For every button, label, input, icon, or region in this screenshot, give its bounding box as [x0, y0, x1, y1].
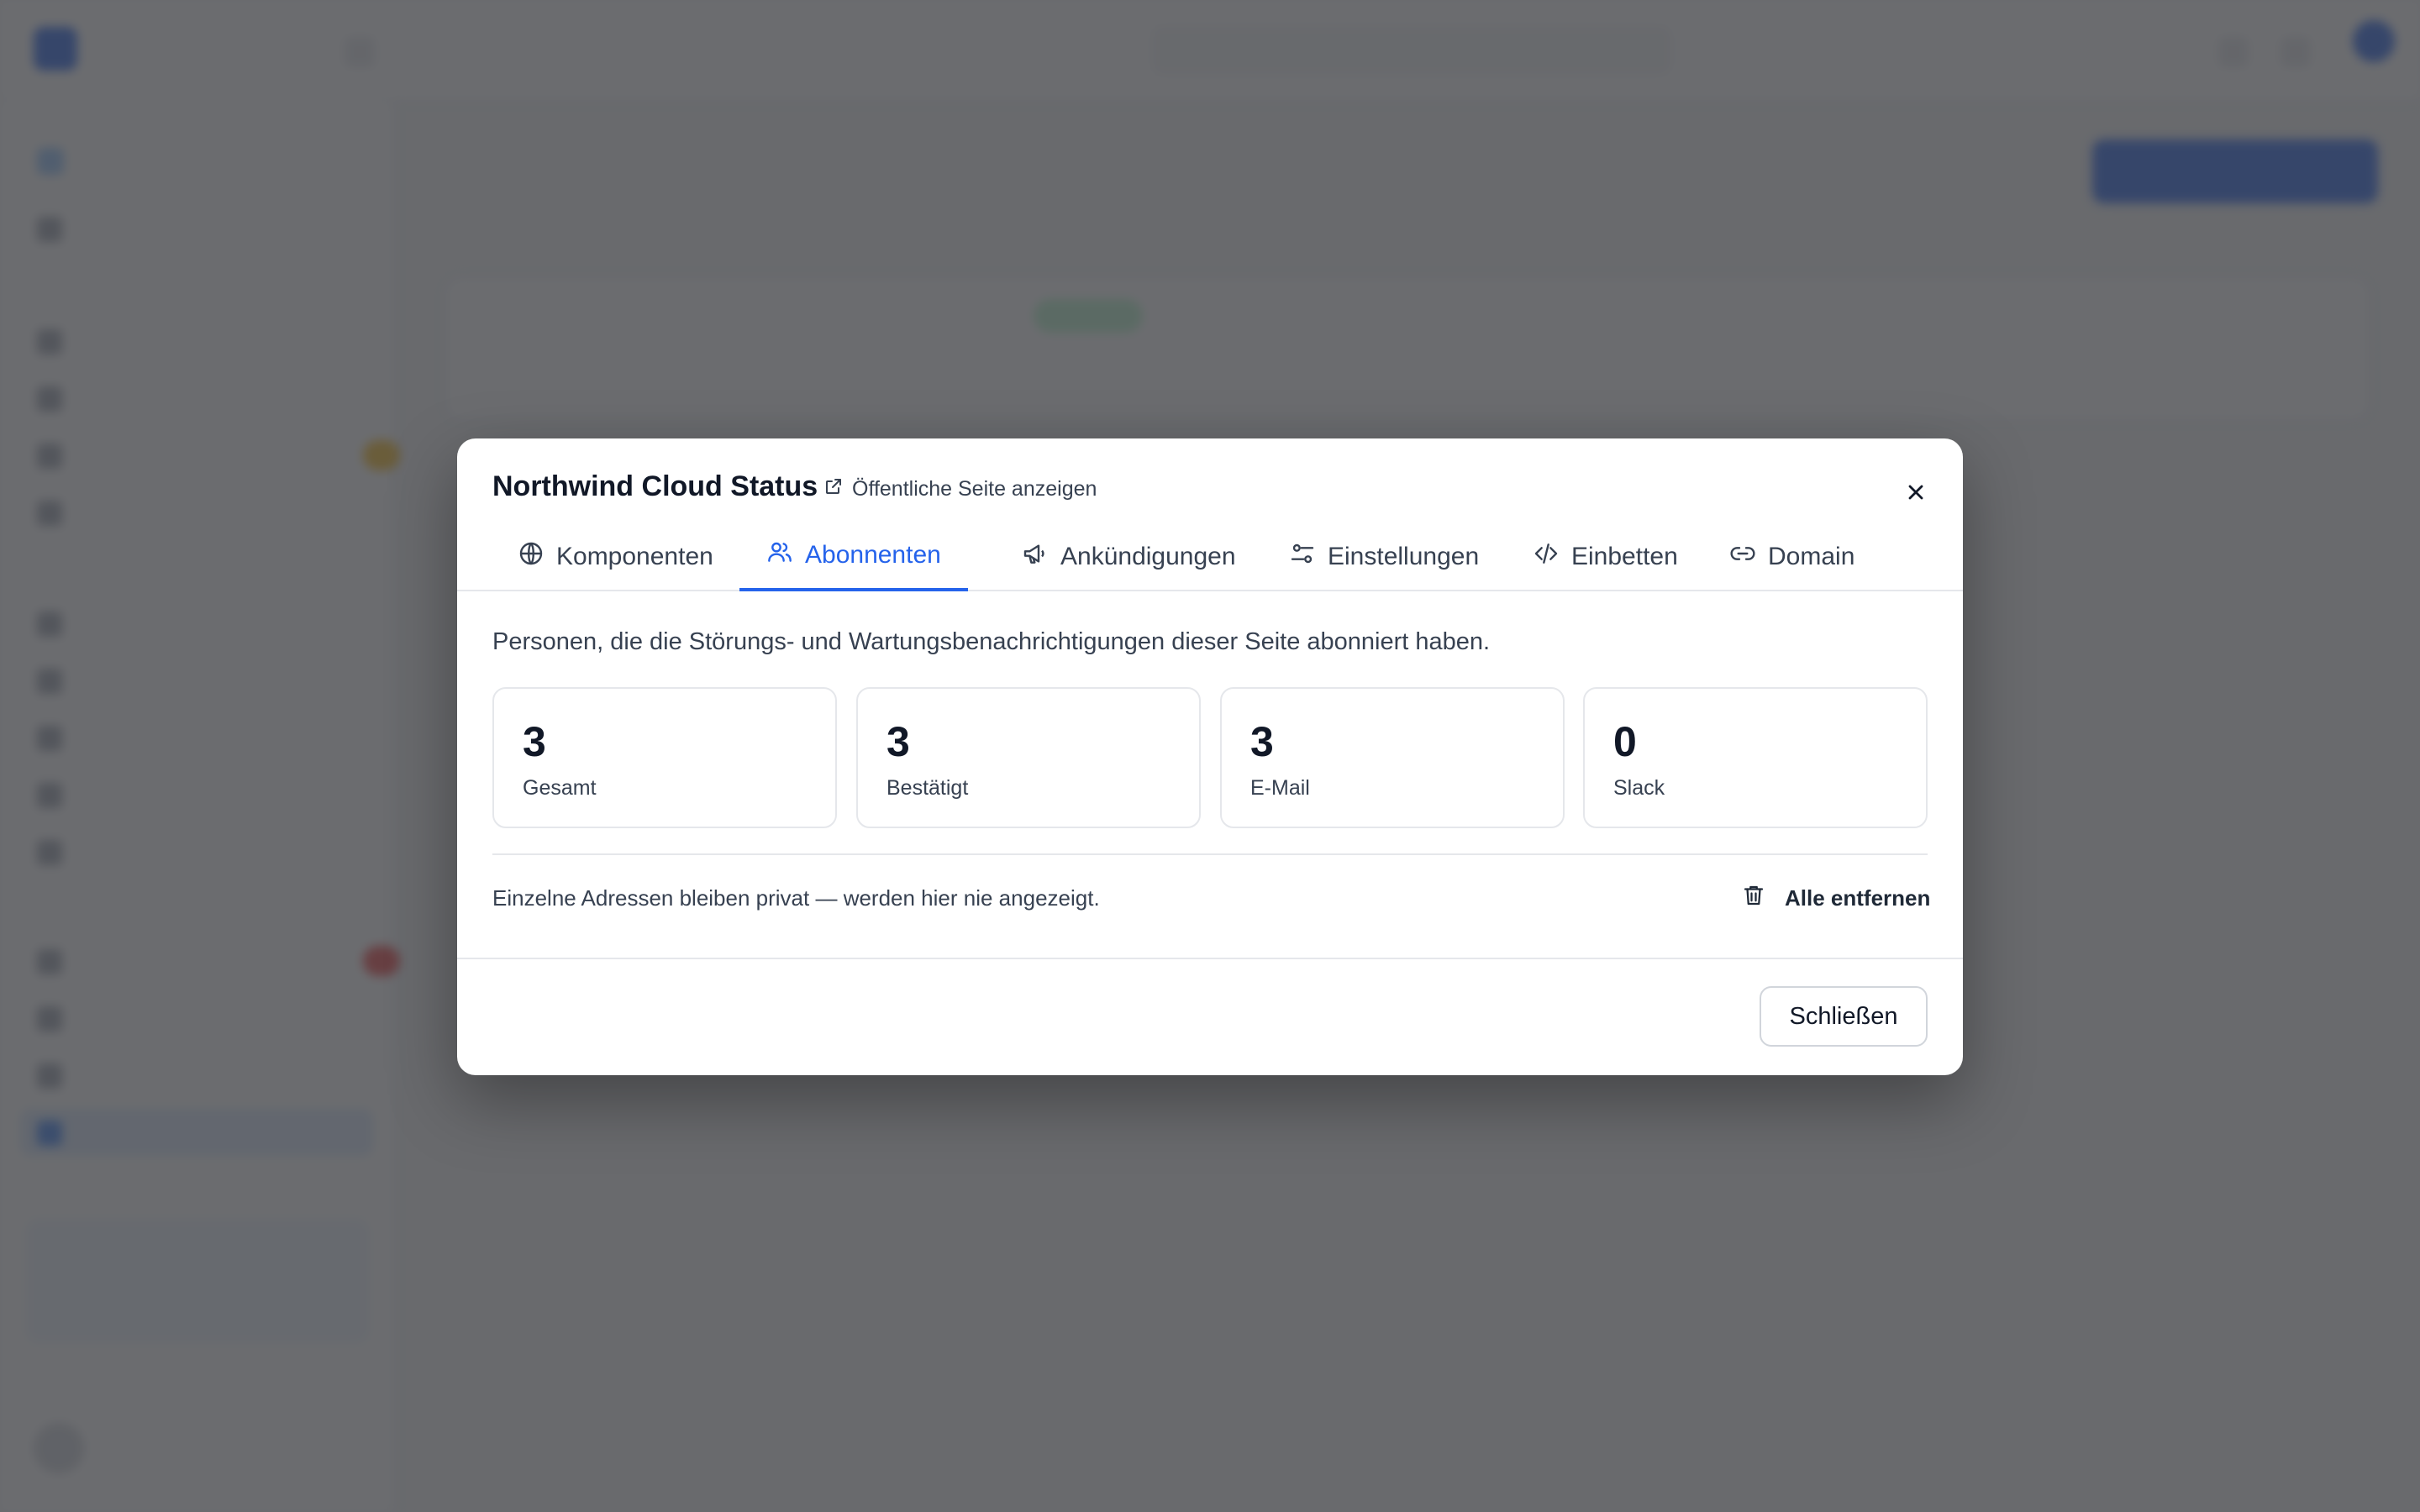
stat-value: 3: [886, 718, 910, 765]
stat-label: Slack: [1613, 776, 1665, 800]
stat-label: Gesamt: [523, 776, 597, 800]
users-icon: [766, 538, 793, 572]
sliders-icon: [1289, 540, 1316, 574]
tab-label: Einstellungen: [1328, 543, 1480, 570]
stat-card-email: 3 E-Mail: [1220, 687, 1565, 828]
tab-label: Einbetten: [1571, 543, 1678, 570]
divider: [492, 853, 1928, 855]
stat-value: 3: [523, 718, 546, 765]
modal-footer-divider: [457, 958, 1963, 959]
stat-card-total: 3 Gesamt: [492, 687, 837, 828]
tab-einbetten[interactable]: Einbetten: [1506, 522, 1705, 591]
tab-domain[interactable]: Domain: [1702, 522, 1881, 591]
status-page-modal: Northwind Cloud Status Öffentliche Seite…: [457, 438, 1963, 1075]
tab-label: Komponenten: [556, 543, 713, 570]
view-public-page-link[interactable]: Öffentliche Seite anzeigen: [823, 474, 1097, 504]
privacy-note: Einzelne Adressen bleiben privat — werde…: [492, 885, 1100, 911]
modal-title: Northwind Cloud Status: [492, 470, 818, 502]
stat-card-slack: 0 Slack: [1583, 687, 1928, 828]
code-icon: [1533, 540, 1560, 574]
stat-label: E-Mail: [1250, 776, 1310, 800]
stat-card-confirmed: 3 Bestätigt: [856, 687, 1201, 828]
tab-label: Domain: [1768, 543, 1855, 570]
stat-value: 3: [1250, 718, 1274, 765]
tab-komponenten[interactable]: Komponenten: [491, 522, 740, 591]
external-link-icon: [823, 476, 844, 502]
tab-ankuendigungen[interactable]: Ankündigungen: [995, 522, 1263, 591]
tab-label: Ankündigungen: [1060, 543, 1236, 570]
tab-label: Abonnenten: [805, 541, 941, 569]
stat-value: 0: [1613, 718, 1637, 765]
view-public-page-label: Öffentliche Seite anzeigen: [852, 476, 1097, 501]
link-icon: [1729, 540, 1756, 574]
subscribers-description: Personen, die die Störungs- und Wartungs…: [492, 628, 1491, 655]
trash-icon: [1741, 883, 1766, 914]
tab-abonnenten[interactable]: Abonnenten: [739, 522, 968, 591]
globe-icon: [518, 540, 544, 574]
close-modal-button[interactable]: [1894, 472, 1938, 516]
stat-label: Bestätigt: [886, 776, 969, 800]
tab-einstellungen[interactable]: Einstellungen: [1262, 522, 1506, 591]
megaphone-icon: [1022, 540, 1049, 574]
remove-all-label: Alle entfernen: [1785, 885, 1931, 911]
close-icon: [1904, 480, 1928, 508]
close-button[interactable]: Schließen: [1760, 986, 1928, 1047]
remove-all-button[interactable]: Alle entfernen: [1718, 872, 1954, 924]
modal-tabs: Komponenten Abonnenten Ankündigungen Ein…: [457, 522, 1963, 591]
